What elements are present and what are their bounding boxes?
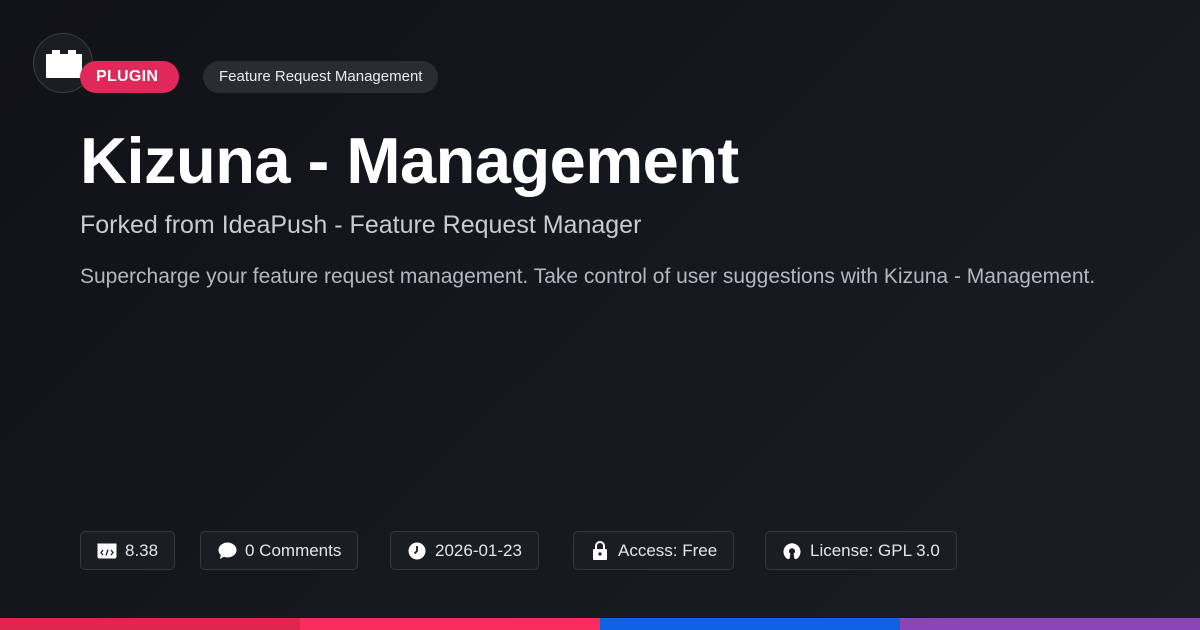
bottom-bar-segment: [900, 618, 1200, 630]
license-text: License: GPL 3.0: [810, 540, 940, 560]
bottom-bar-segment: [600, 618, 900, 630]
access-badge: Access: Free: [573, 531, 735, 570]
comments-text: 0 Comments: [245, 540, 342, 560]
lock-icon: [590, 541, 610, 561]
open-source-icon: [782, 541, 802, 561]
plugin-block-icon: [46, 50, 82, 78]
page-subtitle: Forked from IdeaPush - Feature Request M…: [80, 211, 642, 239]
comments-badge[interactable]: 0 Comments: [200, 531, 359, 570]
page-description: Supercharge your feature request managem…: [80, 265, 1096, 288]
bottom-bar-segment: [0, 618, 300, 630]
bottom-color-bar: [0, 618, 1200, 630]
date-badge: 2026-01-23: [390, 531, 539, 570]
date-text: 2026-01-23: [435, 540, 522, 560]
bottom-bar-segment: [300, 618, 600, 630]
version-text: 8.38: [125, 540, 159, 560]
clock-icon: [407, 541, 427, 561]
license-badge: License: GPL 3.0: [765, 531, 957, 570]
comment-icon: [217, 541, 237, 561]
category-tag[interactable]: Feature Request Management: [203, 61, 439, 93]
code-icon: [97, 541, 117, 561]
version-badge: 8.38: [80, 531, 176, 570]
plugin-badge: PLUGIN: [80, 61, 179, 93]
access-text: Access: Free: [618, 540, 718, 560]
page-title: Kizuna - Management: [80, 124, 739, 197]
